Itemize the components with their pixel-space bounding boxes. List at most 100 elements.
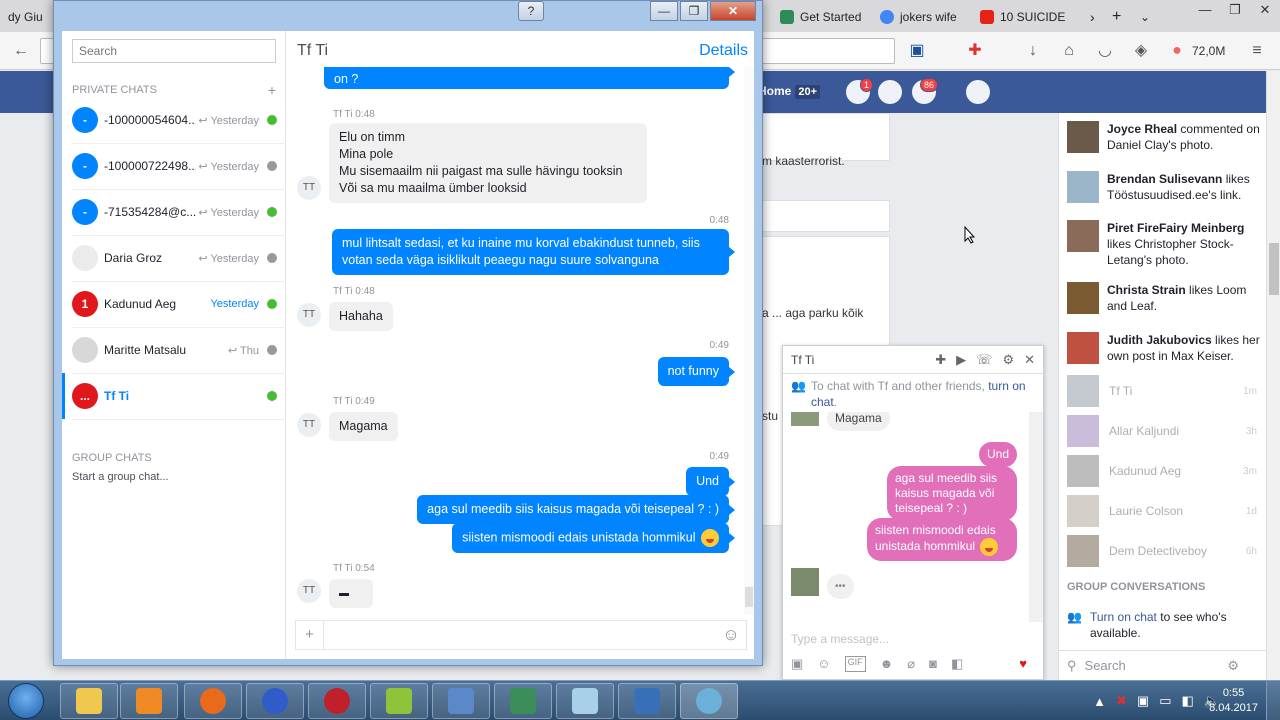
app-taskbar-button[interactable] [370, 683, 428, 719]
ticker-item[interactable]: Christa Strain likes Loom and Leaf. [1067, 282, 1263, 314]
sticker-icon[interactable]: ☺ [817, 656, 830, 672]
camera-icon[interactable]: ◙ [929, 656, 937, 672]
message-time: 0:49 [709, 340, 729, 351]
emoji-icon[interactable]: ☺ [716, 625, 746, 645]
start-button[interactable] [8, 683, 44, 719]
home-icon[interactable]: ⌂ [1058, 40, 1080, 62]
taskbar-clock[interactable]: 0:55 8.04.2017 [1209, 686, 1258, 716]
turn-on-chat-notice: 👥 Turn on chat to see who's available. [1067, 609, 1263, 641]
ticker-item[interactable]: Judith Jakubovics likes her own post in … [1067, 332, 1263, 364]
minimize-button[interactable]: — [650, 1, 678, 21]
gear-icon[interactable]: ⚙ [1002, 352, 1014, 368]
scrollbar-thumb[interactable] [745, 587, 753, 607]
tab-list-button[interactable]: ⌄ [1140, 4, 1150, 30]
page-scrollbar[interactable] [1266, 71, 1280, 680]
ticker-item[interactable]: Piret FireFairy Meinberg likes Christoph… [1067, 220, 1263, 268]
tray-device-icon[interactable]: ▣ [1137, 693, 1149, 709]
messages-icon[interactable] [878, 80, 902, 104]
back-icon[interactable]: ← [10, 40, 32, 62]
tray-network-icon[interactable]: ◧ [1182, 693, 1194, 709]
help-button[interactable]: ? [518, 1, 544, 21]
message-bubble: Und [978, 442, 1017, 467]
app-taskbar-button[interactable] [308, 683, 366, 719]
browser-tab[interactable]: Get Started [780, 4, 861, 30]
chat-list-item[interactable]: - -715354284@c... ↩ Yesterday [62, 189, 286, 235]
app-taskbar-button[interactable] [494, 683, 552, 719]
shield-icon[interactable]: ◈ [1130, 40, 1152, 62]
close-icon[interactable]: ✕ [1024, 352, 1035, 368]
emoji-icon[interactable]: ☻ [880, 656, 894, 672]
message-input[interactable] [324, 622, 716, 648]
add-attachment-button[interactable]: + [296, 621, 324, 649]
explorer-taskbar-button[interactable] [60, 683, 118, 719]
photo-icon[interactable]: ▣ [791, 656, 803, 672]
tray-expand-icon[interactable]: ▲ [1093, 694, 1106, 709]
browser-tab[interactable]: jokers wife [880, 4, 957, 30]
save-icon[interactable]: ▣ [906, 40, 928, 62]
details-link[interactable]: Details [699, 42, 748, 60]
menu-icon[interactable]: ≡ [1246, 40, 1268, 62]
gear-icon[interactable]: ⚙ [1227, 658, 1239, 674]
chat-tab-input[interactable]: Type a message... [791, 632, 889, 646]
turn-on-chat-link[interactable]: Turn on chat [1090, 610, 1157, 624]
maximize-button[interactable]: ❐ [680, 1, 708, 21]
chat-list-item-selected[interactable]: ... Tf Ti [62, 373, 286, 419]
gif-icon[interactable]: GIF [844, 656, 866, 672]
app-taskbar-button[interactable] [556, 683, 614, 719]
maximize-button[interactable]: ❐ [1220, 0, 1250, 22]
phone-icon[interactable]: ☏ [976, 352, 992, 368]
pocket-icon[interactable]: ◡ [1094, 40, 1116, 62]
attach-icon[interactable]: ⌀ [907, 656, 915, 672]
tray-warning-icon[interactable]: ✖ [1116, 693, 1127, 709]
contact-item[interactable]: Dem Detectiveboy 6h [1067, 535, 1257, 567]
firefox-taskbar-button[interactable] [184, 683, 242, 719]
game-icon[interactable]: ◧ [951, 656, 963, 672]
app-taskbar-button[interactable] [432, 683, 490, 719]
memory-icon[interactable]: ● [1166, 40, 1188, 62]
new-tab-button[interactable]: + [1112, 4, 1121, 30]
close-button[interactable]: ✕ [1250, 0, 1280, 22]
chat-tab-header[interactable]: Tf Ti ✚ ▶ ☏ ⚙ ✕ [783, 346, 1043, 374]
close-button[interactable]: ✕ [710, 1, 756, 21]
tab-scroll-right[interactable]: › [1090, 4, 1095, 30]
video-icon[interactable]: ▶ [956, 352, 966, 368]
search-input[interactable] [72, 39, 276, 63]
minimize-button[interactable]: — [1190, 0, 1220, 22]
contact-time: 1d [1245, 505, 1257, 517]
chat-tab-scrollbar[interactable] [1029, 412, 1043, 622]
messenger-taskbar-button[interactable] [680, 683, 738, 719]
browser-tab[interactable]: dy Giu [8, 4, 43, 30]
messenger-titlebar[interactable]: ? — ❐ ✕ [54, 1, 762, 31]
scrollbar-thumb[interactable] [1269, 243, 1279, 295]
add-icon[interactable]: ✚ [935, 352, 946, 368]
conversation-title: Tf Ti [297, 42, 329, 59]
reaction-icon[interactable]: ♥ [1019, 656, 1027, 672]
contact-item[interactable]: Kadunud Aeg 3m [1067, 455, 1257, 487]
offline-status-dot [267, 161, 277, 171]
contact-item[interactable]: Laurie Colson 1d [1067, 495, 1257, 527]
show-desktop-button[interactable] [1266, 681, 1280, 720]
chat-list-item[interactable]: - -100000054604... ↩ Yesterday [62, 97, 286, 143]
download-icon[interactable]: ↓ [1022, 40, 1044, 62]
ticker-item[interactable]: Joyce Rheal commented on Daniel Clay's p… [1067, 121, 1263, 153]
start-group-chat-link[interactable]: Start a group chat... [72, 471, 169, 483]
app-taskbar-button[interactable] [246, 683, 304, 719]
help-icon[interactable] [966, 80, 990, 104]
chat-list-item[interactable]: - -100000722498... ↩ Yesterday [62, 143, 286, 189]
media-player-taskbar-button[interactable] [120, 683, 178, 719]
tray-display-icon[interactable]: ▭ [1159, 693, 1171, 709]
chat-search[interactable]: ⚲ Search ⚙ [1059, 650, 1267, 680]
notice-text-end: . [833, 395, 838, 409]
contact-item[interactable]: Allar Kaljundi 3h [1067, 415, 1257, 447]
add-chat-button[interactable]: + [268, 82, 276, 98]
ticker-item[interactable]: Brendan Sulisevann likes Tööstusuudised.… [1067, 171, 1263, 203]
app-taskbar-button[interactable] [618, 683, 676, 719]
addon-icon[interactable]: ✚ [964, 40, 986, 62]
facebook-home-link[interactable]: Home 20+ [758, 84, 821, 99]
chat-list-item[interactable]: Daria Groz ↩ Yesterday [62, 235, 286, 281]
conversation-scrollbar[interactable] [744, 67, 754, 615]
chat-list-item[interactable]: 1 Kadunud Aeg Yesterday [62, 281, 286, 327]
browser-tab[interactable]: 10 SUICIDE [980, 4, 1065, 30]
chat-list-item[interactable]: Maritte Matsalu ↩ Thu [62, 327, 286, 373]
contact-item[interactable]: Tf Ti 1m [1067, 375, 1257, 407]
